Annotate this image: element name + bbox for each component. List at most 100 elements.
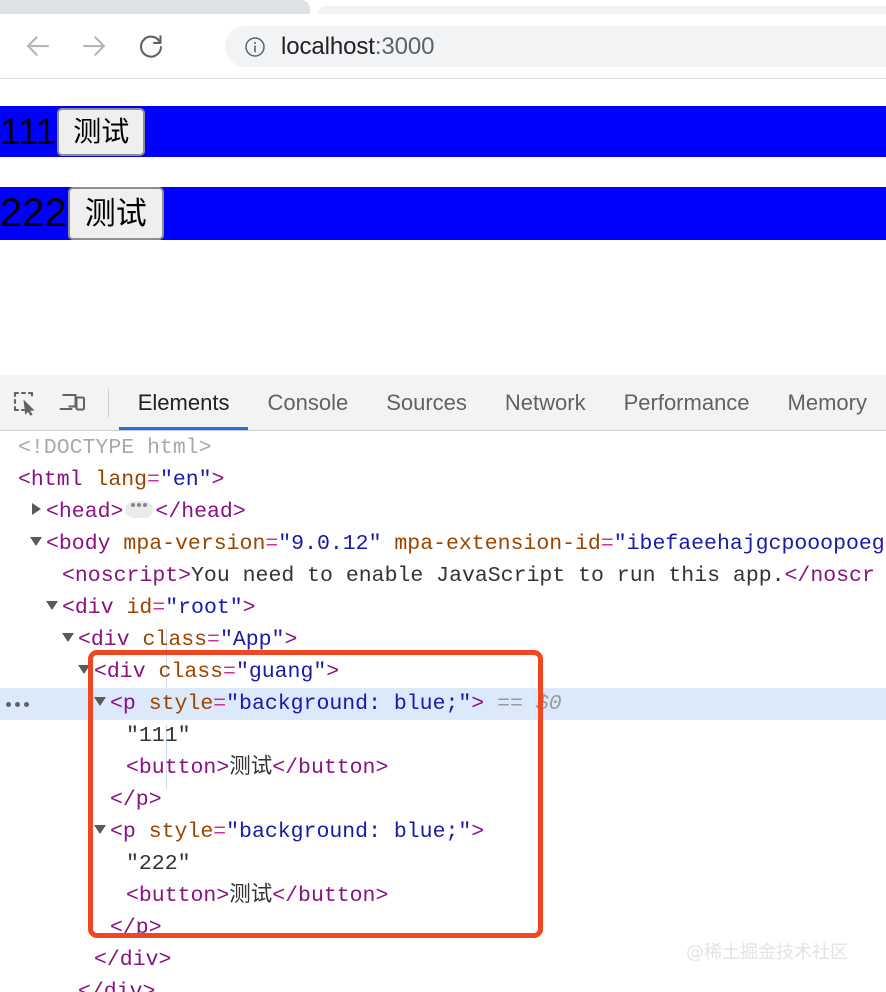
dom-row-body[interactable]: <body mpa-version="9.0.12" mpa-extension… xyxy=(0,528,886,560)
button-text-2: 测试 xyxy=(229,884,273,908)
p-style-attr: style xyxy=(148,692,214,716)
page-paragraph-111: 111 测试 xyxy=(0,106,886,157)
reload-button[interactable] xyxy=(131,26,171,66)
text-node-111: "111" xyxy=(126,724,191,748)
collapse-triangle-icon[interactable] xyxy=(94,695,107,708)
collapsed-children-icon[interactable] xyxy=(125,500,154,518)
browser-toolbar: localhost:3000 xyxy=(0,14,886,78)
dom-row-app-close[interactable]: </div> xyxy=(0,976,886,992)
guang-div-class-value: "guang" xyxy=(235,660,327,684)
tab-strip xyxy=(0,0,886,14)
button-text: 测试 xyxy=(229,756,273,780)
doctype-text: <!DOCTYPE html> xyxy=(18,436,212,460)
p-style-attr-2: style xyxy=(148,820,214,844)
tab-performance[interactable]: Performance xyxy=(605,375,769,430)
collapse-triangle-icon[interactable] xyxy=(30,535,43,548)
root-div-id-value: "root" xyxy=(165,596,243,620)
watermark-text: @稀土掘金技术社区 xyxy=(686,942,848,963)
browser-tab[interactable] xyxy=(0,0,310,14)
dom-row-text-111[interactable]: "111" xyxy=(0,720,886,752)
tab-memory[interactable]: Memory xyxy=(769,375,886,430)
expand-triangle-icon[interactable] xyxy=(30,502,43,516)
paragraph-text-111: 111 xyxy=(0,110,57,152)
noscript-text: You need to enable JavaScript to run thi… xyxy=(191,564,785,588)
arrow-right-icon xyxy=(82,36,106,56)
page-test-button-1[interactable]: 测试 xyxy=(57,107,146,156)
app-div-close-tag: </div> xyxy=(78,980,156,992)
dom-row-text-222[interactable]: "222" xyxy=(0,848,886,880)
collapse-triangle-icon[interactable] xyxy=(78,663,91,676)
dom-row-p-close-1[interactable]: </p> xyxy=(0,784,886,816)
devtools-tab-bar: Elements Console Sources Network Perform… xyxy=(0,375,886,431)
url-host: localhost xyxy=(281,32,375,60)
dom-row-noscript[interactable]: <noscript>You need to enable JavaScript … xyxy=(0,560,886,592)
browser-chrome: localhost:3000 xyxy=(0,0,886,79)
app-div-class-value: "App" xyxy=(219,628,285,652)
html-lang-attr: lang xyxy=(95,468,148,492)
dom-row-p-111-selected[interactable]: <p style="background: blue;"> == $0 xyxy=(0,688,886,720)
more-options-icon[interactable] xyxy=(6,688,29,720)
paragraph-text-222: 222 xyxy=(0,191,67,235)
url-port: :3000 xyxy=(374,32,435,60)
tab-network[interactable]: Network xyxy=(486,375,605,430)
guang-div-tag: <div xyxy=(94,660,146,684)
reload-icon xyxy=(139,35,163,58)
body-tag: <body xyxy=(46,532,111,556)
dom-row-guang-div[interactable]: <div class="guang"> xyxy=(0,656,886,688)
button-close-tag: </button> xyxy=(272,756,389,780)
page-paragraph-222: 222 测试 xyxy=(0,187,886,240)
device-toolbar-icon[interactable] xyxy=(53,381,94,425)
selected-node-reference: == $0 xyxy=(497,692,562,716)
dom-row-button-1[interactable]: <button>测试</button> xyxy=(0,752,886,784)
collapse-triangle-icon[interactable] xyxy=(46,599,59,612)
arrow-left-icon xyxy=(26,36,50,56)
info-circle-icon[interactable] xyxy=(244,36,266,58)
app-div-tag: <div xyxy=(78,628,130,652)
text-node-222: "222" xyxy=(126,852,191,876)
dom-row-root-div[interactable]: <div id="root"> xyxy=(0,592,886,624)
html-tag: <html xyxy=(18,468,83,492)
dom-row-doctype[interactable]: <!DOCTYPE html> xyxy=(0,432,886,464)
address-bar-url: localhost:3000 xyxy=(281,33,434,61)
collapse-triangle-icon[interactable] xyxy=(94,823,107,836)
app-div-class-attr: class xyxy=(142,628,208,652)
p-tag: <p xyxy=(110,692,136,716)
body-extension-id-attr: mpa-extension-id xyxy=(394,532,601,556)
p-style-value: "background: blue;" xyxy=(226,692,472,716)
guang-div-class-attr: class xyxy=(158,660,224,684)
tab-strip-background xyxy=(318,6,886,14)
toolbar-separator xyxy=(107,388,109,417)
dom-row-head[interactable]: <head> </head> xyxy=(0,496,886,528)
guang-div-close-tag: </div> xyxy=(94,948,172,972)
dom-row-app-div[interactable]: <div class="App"> xyxy=(0,624,886,656)
html-lang-value: "en" xyxy=(159,468,212,492)
dom-row-p-222[interactable]: <p style="background: blue;"> xyxy=(0,816,886,848)
collapse-triangle-icon[interactable] xyxy=(62,631,75,644)
body-mpa-version-value: "9.0.12" xyxy=(278,532,382,556)
dom-row-html[interactable]: <html lang="en"> xyxy=(0,464,886,496)
back-button[interactable] xyxy=(18,26,58,66)
tab-elements[interactable]: Elements xyxy=(119,375,249,430)
dom-tree[interactable]: <!DOCTYPE html> <html lang="en"> <head> <… xyxy=(0,432,886,992)
page-viewport: 111 测试 222 测试 xyxy=(0,79,886,375)
p-tag-2: <p xyxy=(110,820,136,844)
forward-button[interactable] xyxy=(74,26,114,66)
tab-console[interactable]: Console xyxy=(248,375,367,430)
devtools-panel: Elements Console Sources Network Perform… xyxy=(0,375,886,992)
noscript-close-tag: </noscr xyxy=(784,564,875,588)
button-open-tag-2: <button> xyxy=(126,884,230,908)
button-close-tag-2: </button> xyxy=(272,884,389,908)
dom-row-button-2[interactable]: <button>测试</button> xyxy=(0,880,886,912)
p-close-tag-2: </p> xyxy=(110,916,162,940)
noscript-open-tag: <noscript> xyxy=(62,564,192,588)
page-test-button-2[interactable]: 测试 xyxy=(67,187,164,240)
p-close-tag: </p> xyxy=(110,788,162,812)
body-extension-id-value: "ibefaeehajgcpooopoeg xyxy=(613,532,885,556)
inspect-element-icon[interactable] xyxy=(6,381,47,425)
address-bar[interactable]: localhost:3000 xyxy=(225,26,886,67)
head-close-tag: </head> xyxy=(155,500,246,524)
root-div-tag: <div xyxy=(62,596,114,620)
body-mpa-version-attr: mpa-version xyxy=(123,532,266,556)
button-open-tag: <button> xyxy=(126,756,230,780)
tab-sources[interactable]: Sources xyxy=(367,375,486,430)
